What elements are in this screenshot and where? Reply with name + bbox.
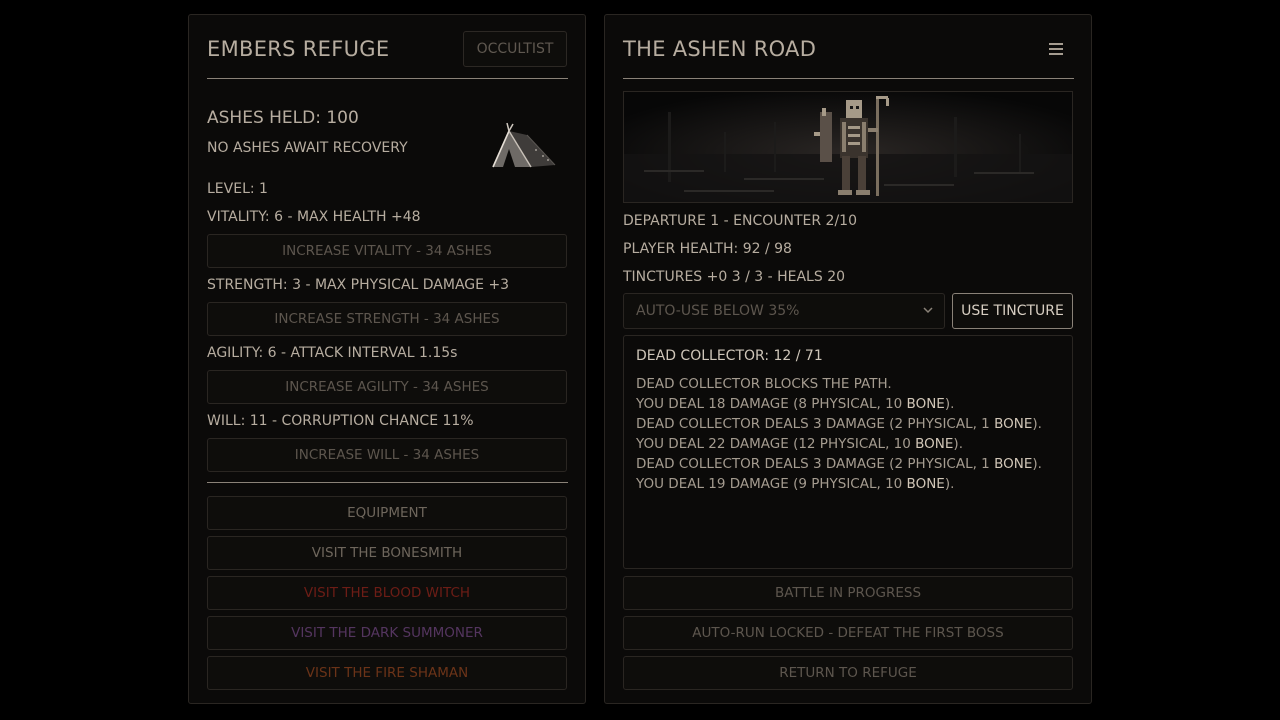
- auto-use-select[interactable]: AUTO-USE BELOW 35%: [623, 293, 945, 329]
- visit-blood-witch-button[interactable]: VISIT THE BLOOD WITCH: [207, 576, 567, 610]
- log-line: DEAD COLLECTOR BLOCKS THE PATH.: [636, 376, 892, 392]
- player-level: LEVEL: 1: [207, 181, 268, 197]
- ashes-held: ASHES HELD: 100: [207, 108, 359, 128]
- increase-vitality-button[interactable]: INCREASE VITALITY - 34 ASHES: [207, 234, 567, 268]
- visit-fire-shaman-button[interactable]: VISIT THE FIRE SHAMAN: [207, 656, 567, 690]
- tent-icon: [492, 122, 556, 168]
- ashes-recovery-status: NO ASHES AWAIT RECOVERY: [207, 140, 408, 156]
- refuge-title-divider: [207, 78, 568, 79]
- log-line: DEAD COLLECTOR DEALS 3 DAMAGE (2 PHYSICA…: [636, 456, 1042, 472]
- strength-stat: STRENGTH: 3 - MAX PHYSICAL DAMAGE +3: [207, 277, 510, 293]
- battle-status-button[interactable]: BATTLE IN PROGRESS: [623, 576, 1073, 610]
- log-line: YOU DEAL 19 DAMAGE (9 PHYSICAL, 10 BONE)…: [636, 476, 955, 492]
- increase-strength-button[interactable]: INCREASE STRENGTH - 34 ASHES: [207, 302, 567, 336]
- visit-bonesmith-button[interactable]: VISIT THE BONESMITH: [207, 536, 567, 570]
- auto-use-selected: AUTO-USE BELOW 35%: [636, 303, 800, 319]
- visit-dark-summoner-button[interactable]: VISIT THE DARK SUMMONER: [207, 616, 567, 650]
- stats-divider: [207, 482, 568, 483]
- log-line: YOU DEAL 18 DAMAGE (8 PHYSICAL, 10 BONE)…: [636, 396, 955, 412]
- departure-encounter: DEPARTURE 1 - ENCOUNTER 2/10: [623, 213, 857, 229]
- increase-agility-button[interactable]: INCREASE AGILITY - 34 ASHES: [207, 370, 567, 404]
- road-title: THE ASHEN ROAD: [623, 37, 817, 61]
- encounter-scene: [623, 91, 1073, 203]
- chevron-down-icon: [923, 307, 933, 314]
- player-health: PLAYER HEALTH: 92 / 98: [623, 241, 792, 257]
- log-line: YOU DEAL 22 DAMAGE (12 PHYSICAL, 10 BONE…: [636, 436, 963, 452]
- equipment-button[interactable]: EQUIPMENT: [207, 496, 567, 530]
- agility-stat: AGILITY: 6 - ATTACK INTERVAL 1.15s: [207, 345, 458, 361]
- refuge-panel: EMBERS REFUGE OCCULTIST ASHES HELD: 100 …: [188, 14, 586, 704]
- ashen-road-panel: THE ASHEN ROAD DEPARTURE 1 - ENCOUNTER 2…: [604, 14, 1092, 704]
- will-stat: WILL: 11 - CORRUPTION CHANCE 11%: [207, 413, 474, 429]
- combat-log: DEAD COLLECTOR: 12 / 71 DEAD COLLECTOR B…: [623, 335, 1073, 569]
- refuge-title: EMBERS REFUGE: [207, 37, 390, 61]
- class-badge: OCCULTIST: [463, 31, 567, 67]
- tinctures-status: TINCTURES +0 3 / 3 - HEALS 20: [623, 269, 846, 285]
- undead-enemy-illustration: [624, 92, 1072, 202]
- return-to-refuge-button[interactable]: RETURN TO REFUGE: [623, 656, 1073, 690]
- hamburger-menu-icon[interactable]: [1049, 43, 1063, 55]
- enemy-health: DEAD COLLECTOR: 12 / 71: [636, 348, 823, 364]
- vitality-stat: VITALITY: 6 - MAX HEALTH +48: [207, 209, 421, 225]
- increase-will-button[interactable]: INCREASE WILL - 34 ASHES: [207, 438, 567, 472]
- use-tincture-button[interactable]: USE TINCTURE: [952, 293, 1073, 329]
- log-line: DEAD COLLECTOR DEALS 3 DAMAGE (2 PHYSICA…: [636, 416, 1042, 432]
- auto-run-button[interactable]: AUTO-RUN LOCKED - DEFEAT THE FIRST BOSS: [623, 616, 1073, 650]
- road-title-divider: [623, 78, 1074, 79]
